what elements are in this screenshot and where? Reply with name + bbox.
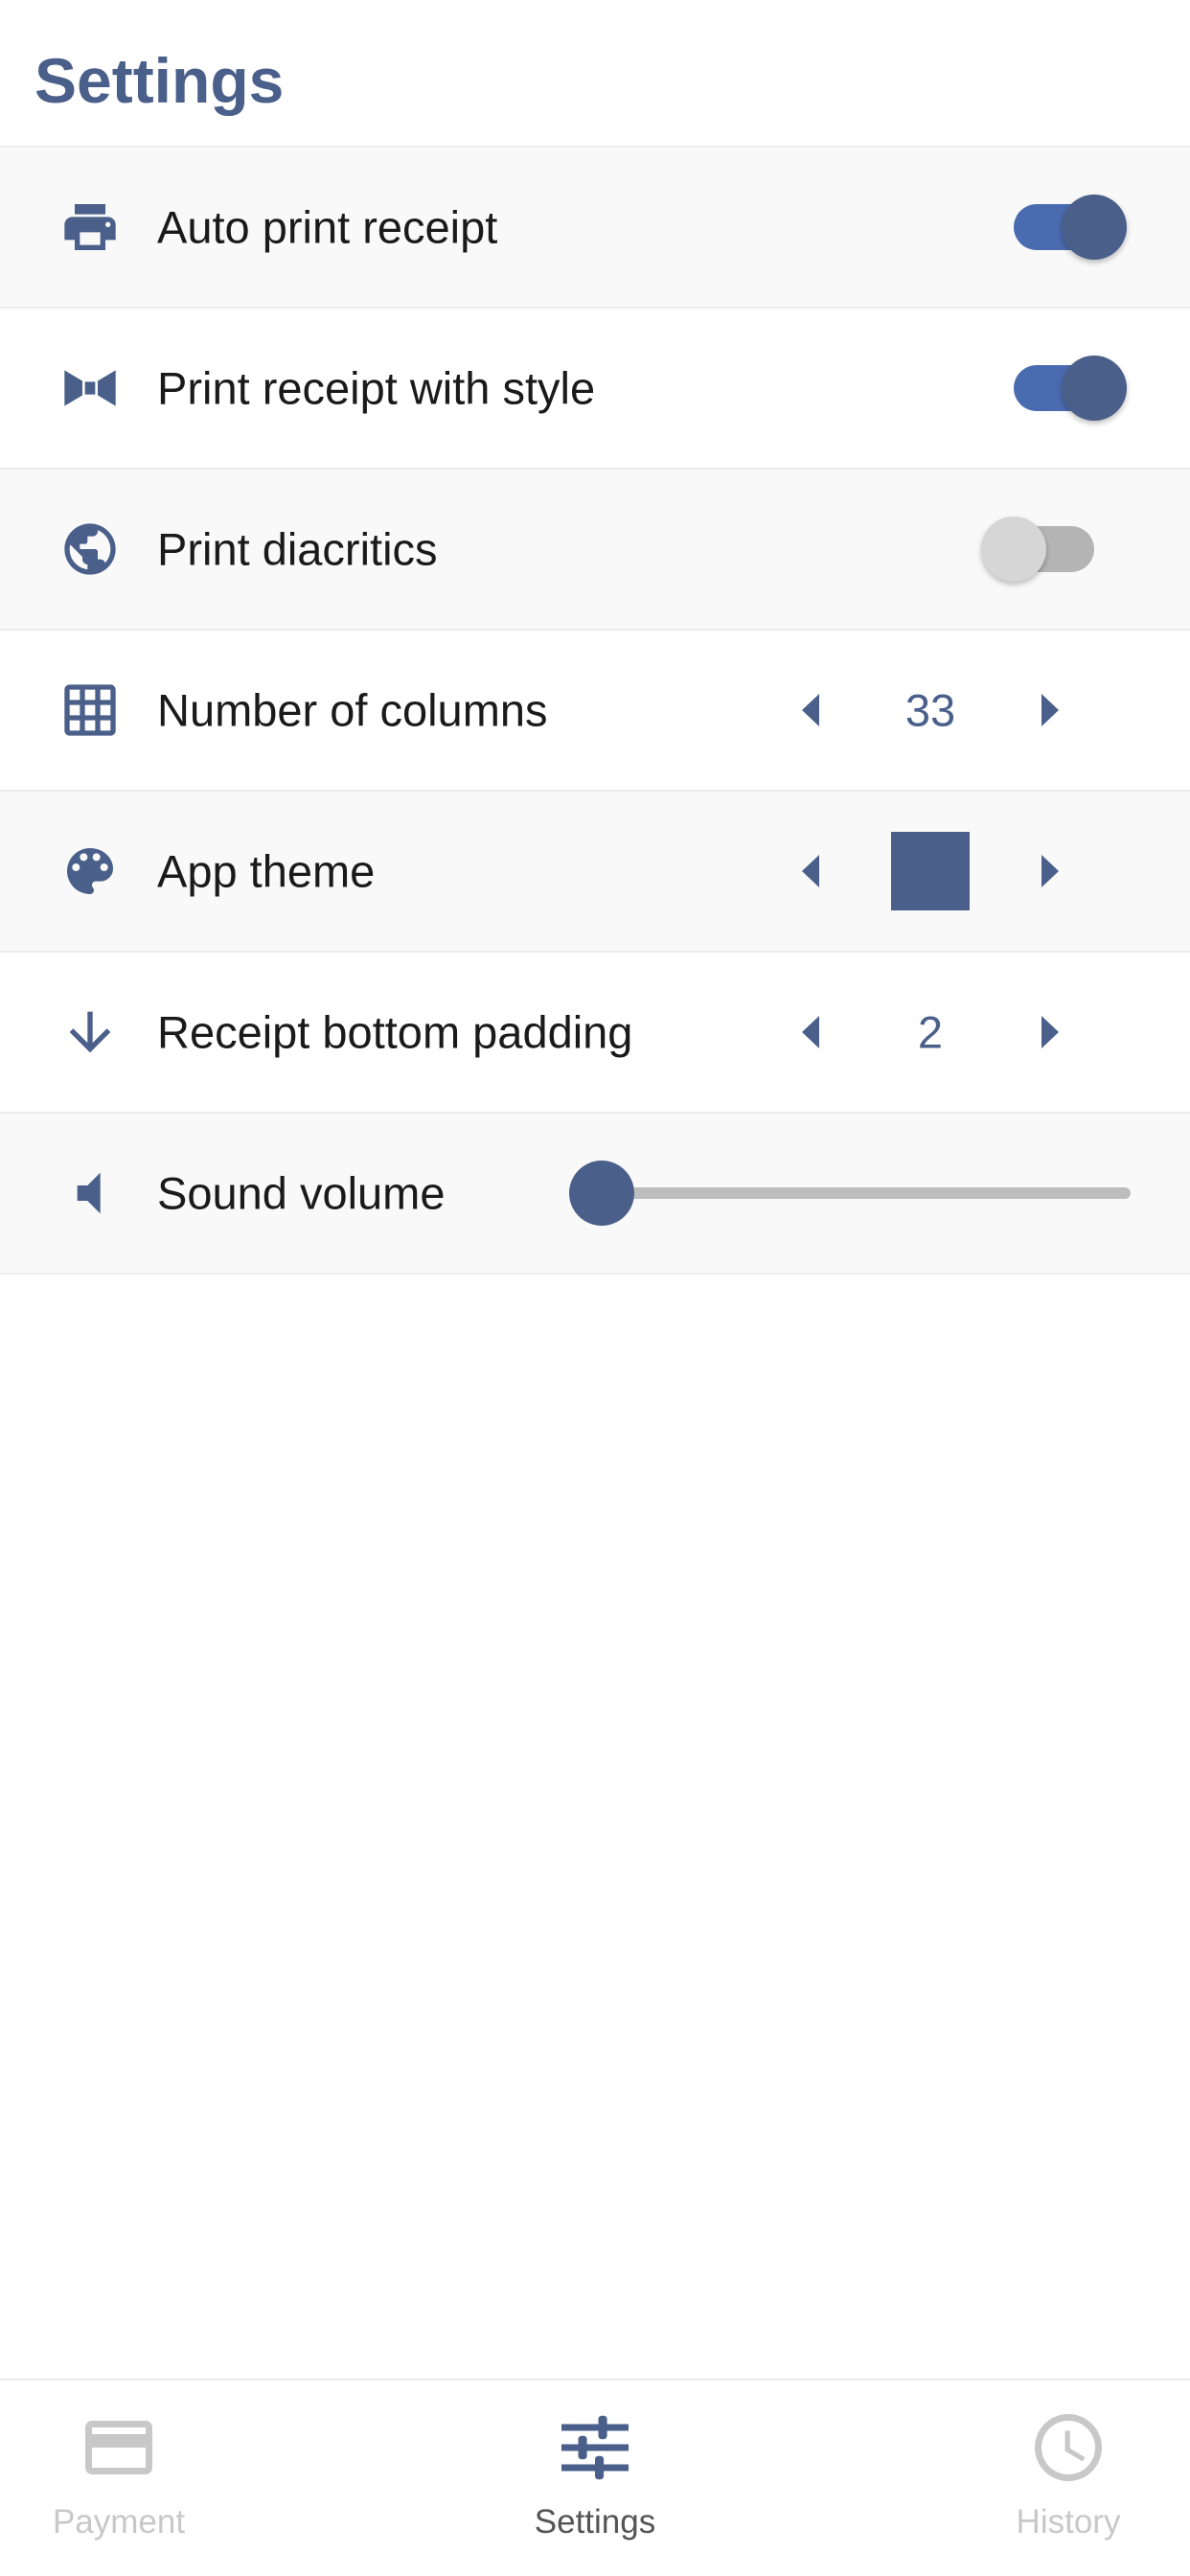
palette-icon: [57, 839, 123, 904]
setting-row-theme: App theme: [0, 790, 1190, 953]
setting-label: Auto print receipt: [157, 201, 498, 253]
arrow-down-icon: [57, 1000, 123, 1065]
volume-slider-thumb[interactable]: [569, 1161, 634, 1226]
nav-label-settings: Settings: [534, 2503, 656, 2541]
bow-tie-icon: [57, 356, 123, 421]
caret-right-icon: [1041, 1016, 1059, 1048]
caret-left-icon: [802, 1016, 819, 1048]
caret-left-icon: [802, 694, 819, 726]
setting-row-volume: Sound volume: [0, 1112, 1190, 1275]
setting-row-print-style: Print receipt with style: [0, 307, 1190, 470]
padding-decrease-button[interactable]: [782, 1003, 839, 1061]
settings-list: Auto print receipt Print receipt with st…: [0, 146, 1190, 1275]
nav-label-history: History: [1016, 2503, 1121, 2541]
caret-left-icon: [802, 855, 819, 887]
setting-label: Print receipt with style: [157, 362, 596, 414]
setting-row-bottom-padding: Receipt bottom padding 2: [0, 951, 1190, 1114]
bottom-navigation: Payment Settings History: [0, 2379, 1190, 2576]
nav-item-history[interactable]: History: [925, 2380, 1190, 2576]
setting-label: Sound volume: [157, 1167, 446, 1219]
toggle-knob: [1062, 356, 1127, 421]
volume-slider-track[interactable]: [569, 1161, 1131, 1226]
columns-increase-button[interactable]: [1021, 681, 1079, 739]
setting-label: App theme: [157, 845, 376, 897]
page-title: Settings: [34, 45, 285, 116]
theme-next-button[interactable]: [1021, 842, 1079, 900]
clock-icon: [1028, 2407, 1109, 2488]
theme-previous-button[interactable]: [782, 842, 839, 900]
padding-increase-button[interactable]: [1021, 1003, 1079, 1061]
caret-right-icon: [1041, 694, 1059, 726]
padding-value: 2: [917, 1006, 944, 1058]
toggle-knob: [981, 517, 1046, 582]
print-style-toggle[interactable]: [1014, 356, 1127, 421]
caret-right-icon: [1041, 855, 1059, 887]
grid-icon: [57, 678, 123, 743]
setting-label: Number of columns: [157, 684, 548, 736]
columns-value: 33: [904, 684, 956, 736]
nav-item-payment[interactable]: Payment: [0, 2380, 263, 2576]
setting-label: Print diacritics: [157, 523, 438, 575]
credit-card-icon: [79, 2407, 159, 2488]
theme-color-swatch: [891, 832, 970, 910]
sliders-icon: [555, 2407, 635, 2488]
columns-decrease-button[interactable]: [782, 681, 839, 739]
setting-row-diacritics: Print diacritics: [0, 468, 1190, 631]
diacritics-toggle[interactable]: [981, 517, 1094, 582]
auto-print-toggle[interactable]: [1014, 195, 1127, 260]
setting-row-auto-print: Auto print receipt: [0, 146, 1190, 309]
setting-label: Receipt bottom padding: [157, 1006, 633, 1058]
nav-item-settings[interactable]: Settings: [451, 2380, 739, 2576]
speaker-icon: [57, 1161, 123, 1226]
toggle-knob: [1062, 195, 1127, 260]
setting-row-columns: Number of columns 33: [0, 629, 1190, 792]
globe-icon: [57, 517, 123, 582]
nav-label-payment: Payment: [52, 2503, 186, 2541]
printer-icon: [57, 195, 123, 260]
